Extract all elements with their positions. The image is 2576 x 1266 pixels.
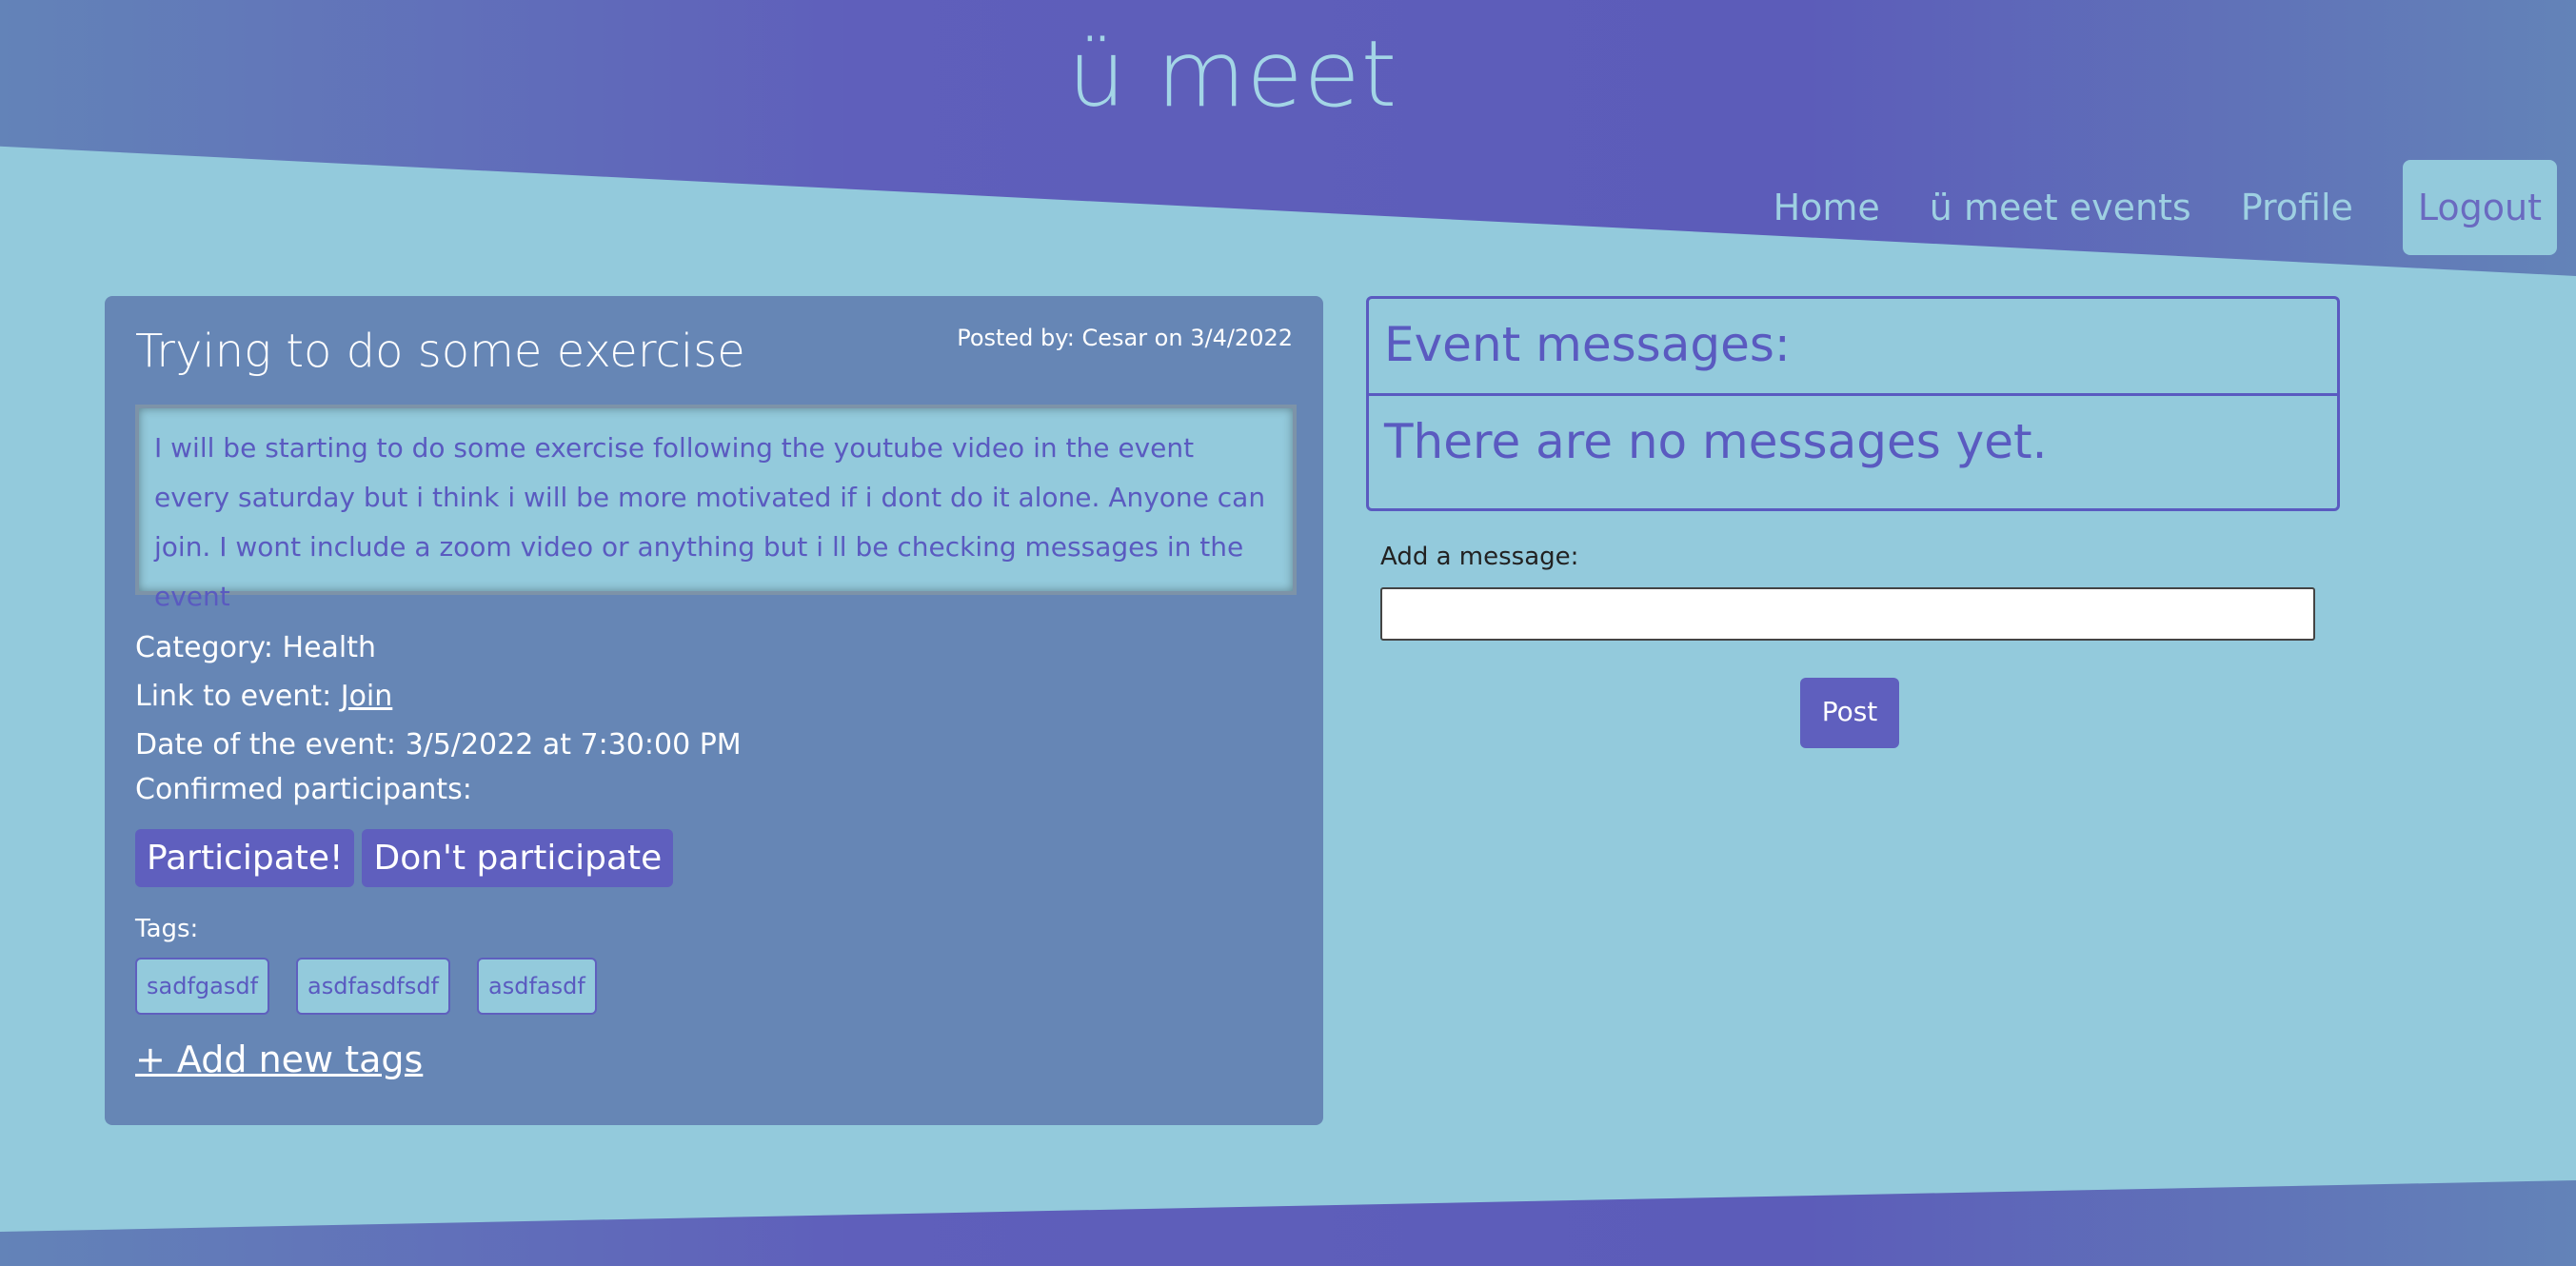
posted-by: Posted by: Cesar on 3/4/2022	[957, 325, 1293, 351]
event-category: Category: Health	[135, 631, 376, 664]
logout-button[interactable]: Logout	[2402, 160, 2557, 255]
event-link: Link to event: Join	[135, 680, 392, 713]
tag-item[interactable]: asdfasdfsdf	[296, 958, 451, 1015]
messages-panel: Event messages: There are no messages ye…	[1366, 296, 2340, 511]
nav-home[interactable]: Home	[1773, 187, 1880, 228]
join-link[interactable]: Join	[341, 680, 393, 713]
tag-item[interactable]: asdfasdf	[477, 958, 597, 1015]
event-description: I will be starting to do some exercise f…	[135, 405, 1297, 612]
participation-buttons: Participate! Don't participate	[135, 829, 681, 887]
link-label: Link to event:	[135, 680, 332, 713]
participants-label: Confirmed participants:	[135, 773, 472, 806]
message-input[interactable]	[1380, 587, 2315, 641]
footer-background	[0, 1180, 2576, 1266]
event-card: Trying to do some exercise Posted by: Ce…	[105, 296, 1323, 1125]
tags-list: sadfgasdf asdfasdfsdf asdfasdf	[135, 958, 624, 1015]
add-message-label: Add a message:	[1380, 543, 1579, 571]
post-button[interactable]: Post	[1800, 678, 1899, 748]
event-title: Trying to do some exercise	[135, 325, 745, 378]
category-label: Category:	[135, 631, 273, 664]
tag-item[interactable]: sadfgasdf	[135, 958, 270, 1015]
nav-profile[interactable]: Profile	[2241, 187, 2353, 228]
main-nav: Home ü meet events Profile Logout	[1724, 160, 2557, 255]
site-title: ü meet	[1067, 21, 1398, 128]
tags-label: Tags:	[135, 915, 199, 943]
add-tags-link[interactable]: + Add new tags	[135, 1039, 423, 1080]
nav-events[interactable]: ü meet events	[1930, 187, 2191, 228]
dont-participate-button[interactable]: Don't participate	[362, 829, 674, 887]
category-value: Health	[282, 631, 377, 664]
event-date: Date of the event: 3/5/2022 at 7:30:00 P…	[135, 728, 742, 762]
participate-button[interactable]: Participate!	[135, 829, 355, 887]
messages-header: Event messages:	[1369, 299, 2337, 396]
messages-empty-text: There are no messages yet.	[1384, 414, 2048, 469]
date-value: 3/5/2022 at 7:30:00 PM	[405, 728, 742, 762]
date-label: Date of the event:	[135, 728, 397, 762]
